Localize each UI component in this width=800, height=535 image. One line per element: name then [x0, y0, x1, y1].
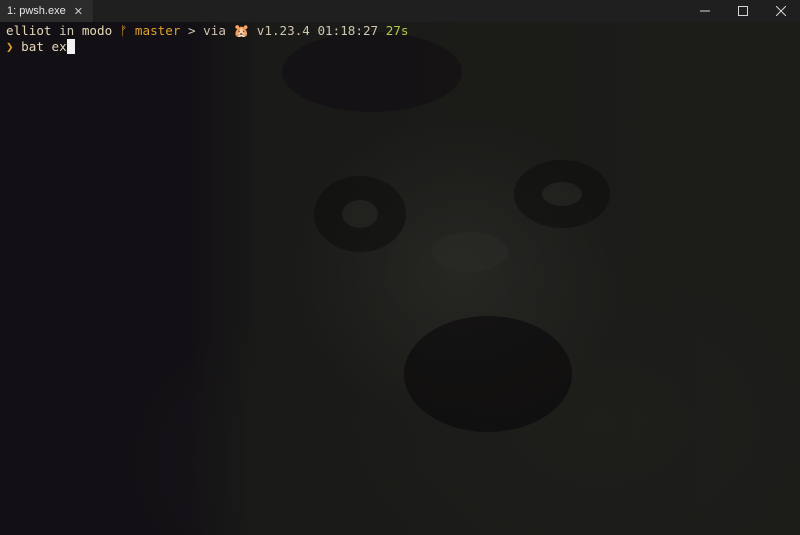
command-input[interactable]: bat ex: [14, 39, 67, 54]
prompt-go-version: v1.23.4: [249, 23, 310, 38]
minimize-button[interactable]: [686, 0, 724, 22]
minimize-icon: [700, 10, 710, 12]
git-branch-icon: ᚠ: [112, 23, 135, 38]
command-line[interactable]: ❯ bat ex: [6, 39, 75, 55]
prompt-git-branch: master: [134, 23, 181, 38]
terminal-pane[interactable]: elliot in modo ᚠ master > via 🐹 v1.23.4 …: [0, 22, 800, 535]
prompt-git-status: >: [180, 23, 204, 38]
maximize-button[interactable]: [724, 0, 762, 22]
prompt-directory: modo: [81, 23, 113, 38]
prompt-via-word: via: [203, 23, 234, 38]
window-controls: [686, 0, 800, 22]
prompt-duration: 27s: [378, 23, 409, 38]
prompt-line: elliot in modo ᚠ master > via 🐹 v1.23.4 …: [6, 23, 408, 39]
close-button[interactable]: [762, 0, 800, 22]
prompt-char-icon: ❯: [6, 39, 14, 54]
title-bar-drag-area[interactable]: [94, 0, 686, 22]
tab-pwsh[interactable]: 1: pwsh.exe ✕: [0, 0, 94, 22]
title-bar: 1: pwsh.exe ✕: [0, 0, 800, 22]
prompt-in-word: in: [51, 23, 82, 38]
prompt-time: 01:18:27: [309, 23, 379, 38]
close-icon: [776, 6, 786, 16]
maximize-icon: [738, 6, 748, 16]
text-cursor: [66, 39, 75, 54]
close-icon[interactable]: ✕: [74, 6, 83, 17]
prompt-username: elliot: [6, 23, 52, 38]
go-gopher-icon: 🐹: [233, 23, 250, 38]
tab-title: 1: pwsh.exe: [7, 5, 66, 17]
background-cat-image: [282, 32, 610, 432]
